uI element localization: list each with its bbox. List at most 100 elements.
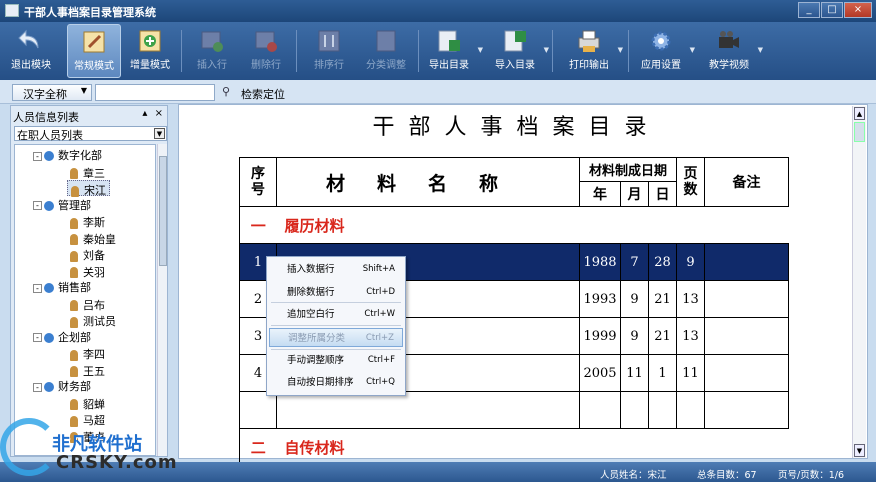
- collapse-toggle-icon[interactable]: -: [33, 201, 42, 210]
- date-header: 材料制成日期: [579, 157, 677, 182]
- department-icon: [44, 283, 54, 293]
- pages-cell[interactable]: 11: [676, 354, 705, 392]
- tree-person[interactable]: 宋江: [67, 180, 110, 197]
- search-icon[interactable]: ⚲: [222, 85, 230, 98]
- personnel-filter-select[interactable]: 在职人员列表 ▼: [14, 126, 167, 142]
- tree-dept[interactable]: - 企划部: [33, 329, 91, 345]
- tree-person[interactable]: 章三: [67, 164, 108, 180]
- tree-dept[interactable]: - 销售部: [33, 279, 91, 295]
- context-menu-item[interactable]: 插入数据行 Shift+A: [269, 260, 403, 279]
- person-icon: [70, 349, 78, 361]
- context-menu-item[interactable]: 手动调整顺序 Ctrl+F: [269, 351, 403, 370]
- pin-icon[interactable]: ▴: [142, 108, 147, 119]
- chevron-down-icon[interactable]: ▼: [618, 46, 623, 54]
- exit-module-button[interactable]: 退出模块: [6, 24, 56, 78]
- name-header: 材料名称: [276, 157, 580, 207]
- category-name: 履历材料: [276, 206, 789, 244]
- note-cell[interactable]: [704, 354, 789, 392]
- chevron-down-icon[interactable]: ▼: [544, 46, 549, 54]
- year-cell[interactable]: 1999: [579, 317, 621, 355]
- increment-mode-button[interactable]: 增量模式: [126, 24, 174, 78]
- chevron-down-icon[interactable]: ▼: [478, 46, 483, 54]
- category-row[interactable]: 二自传材料: [239, 428, 789, 466]
- insert-row-button[interactable]: 插入行: [190, 24, 234, 78]
- app-settings-button[interactable]: 应用设置 ▼: [636, 24, 695, 78]
- tree-dept[interactable]: - 数字化部: [33, 147, 102, 163]
- collapse-toggle-icon[interactable]: -: [33, 382, 42, 392]
- document-scrollbar[interactable]: ▲ ▼: [852, 106, 866, 458]
- sort-row-button[interactable]: 排序行: [307, 24, 351, 78]
- tree-person[interactable]: 李四: [67, 345, 108, 361]
- day-cell[interactable]: 1: [648, 354, 677, 392]
- year-cell[interactable]: 1993: [579, 280, 621, 318]
- search-mode-select[interactable]: 汉字全称 ▼: [12, 84, 92, 101]
- month-cell[interactable]: 7: [620, 243, 649, 281]
- tree-person[interactable]: 关羽: [67, 263, 108, 279]
- maximize-button[interactable]: □: [821, 2, 843, 18]
- add-document-icon: [137, 28, 163, 54]
- person-icon: [70, 234, 78, 245]
- tree-dept[interactable]: - 财务部: [33, 378, 91, 394]
- app-icon: [5, 4, 19, 17]
- month-cell[interactable]: 9: [620, 280, 649, 318]
- scroll-thumb[interactable]: [159, 156, 167, 266]
- personnel-tree[interactable]: - 数字化部 章三 宋江 - 管理部 李斯 秦始皇 刘备 关羽 - 销售部 吕布 测试员 - 企划部 李四 王五 -…: [14, 144, 156, 456]
- year-cell[interactable]: 1988: [579, 243, 621, 281]
- search-input[interactable]: [95, 84, 215, 101]
- category-row[interactable]: 一履历材料: [239, 206, 789, 244]
- context-menu-item[interactable]: 追加空白行 Ctrl+W: [269, 305, 403, 324]
- search-bar: 汉字全称 ▼ ⚲ 检索定位: [0, 80, 876, 104]
- print-output-button[interactable]: 打印输出 ▼: [564, 24, 623, 78]
- pages-cell[interactable]: 13: [676, 280, 705, 318]
- export-catalog-button[interactable]: 导出目录 ▼: [424, 24, 483, 78]
- table-row[interactable]: [239, 391, 789, 429]
- context-menu-item[interactable]: 调整所属分类 Ctrl+Z: [269, 328, 403, 347]
- tree-scrollbar[interactable]: [157, 144, 167, 456]
- day-cell[interactable]: 21: [648, 280, 677, 318]
- collapse-toggle-icon[interactable]: -: [33, 151, 42, 161]
- pages-cell[interactable]: 9: [676, 243, 705, 281]
- day-cell[interactable]: 21: [648, 317, 677, 355]
- tree-dept[interactable]: - 管理部: [33, 197, 91, 213]
- context-menu-item[interactable]: 自动按日期排序 Ctrl+Q: [269, 373, 403, 392]
- tree-person[interactable]: 秦始皇: [67, 230, 119, 246]
- tree-person[interactable]: 测试员: [67, 312, 119, 328]
- close-icon[interactable]: ×: [155, 108, 163, 119]
- tree-person[interactable]: 刘备: [67, 246, 108, 262]
- chevron-down-icon[interactable]: ▼: [758, 46, 763, 54]
- collapse-toggle-icon[interactable]: -: [33, 283, 42, 293]
- close-button[interactable]: ×: [844, 2, 872, 18]
- scroll-thumb[interactable]: [854, 122, 865, 142]
- note-cell[interactable]: [704, 243, 789, 281]
- tree-person[interactable]: 貂蝉: [67, 395, 108, 411]
- tree-person[interactable]: 王五: [67, 362, 108, 378]
- delete-row-button[interactable]: 删除行: [244, 24, 288, 78]
- scroll-down-icon[interactable]: ▼: [854, 444, 865, 457]
- teaching-video-button[interactable]: 教学视频 ▼: [704, 24, 763, 78]
- normal-mode-button[interactable]: 常规模式: [67, 24, 121, 78]
- import-catalog-button[interactable]: 导入目录 ▼: [490, 24, 549, 78]
- scroll-up-icon[interactable]: ▲: [854, 107, 865, 120]
- person-icon: [70, 300, 78, 311]
- collapse-toggle-icon[interactable]: -: [33, 333, 42, 342]
- tree-person[interactable]: 李斯: [67, 213, 108, 229]
- locate-button[interactable]: 检索定位: [241, 86, 285, 102]
- chevron-down-icon[interactable]: ▼: [690, 46, 695, 54]
- person-icon: [70, 399, 78, 410]
- year-cell[interactable]: 2005: [579, 354, 621, 392]
- note-cell[interactable]: [704, 317, 789, 355]
- gear-icon: [648, 28, 674, 54]
- category-adjust-button[interactable]: 分类调整: [360, 24, 412, 78]
- month-cell[interactable]: 9: [620, 317, 649, 355]
- month-cell[interactable]: 11: [620, 354, 649, 392]
- day-cell[interactable]: 28: [648, 243, 677, 281]
- seq-header: 序号: [239, 157, 277, 207]
- tree-person[interactable]: 吕布: [67, 296, 108, 312]
- watermark-url: CRSKY.com: [56, 452, 178, 473]
- minimize-button[interactable]: _: [798, 2, 820, 18]
- note-cell[interactable]: [704, 280, 789, 318]
- status-person: 人员姓名：宋江: [600, 470, 667, 481]
- context-menu-item[interactable]: 删除数据行 Ctrl+D: [269, 283, 403, 302]
- pages-cell[interactable]: 13: [676, 317, 705, 355]
- status-page: 页号/页数：1/6: [778, 470, 844, 481]
